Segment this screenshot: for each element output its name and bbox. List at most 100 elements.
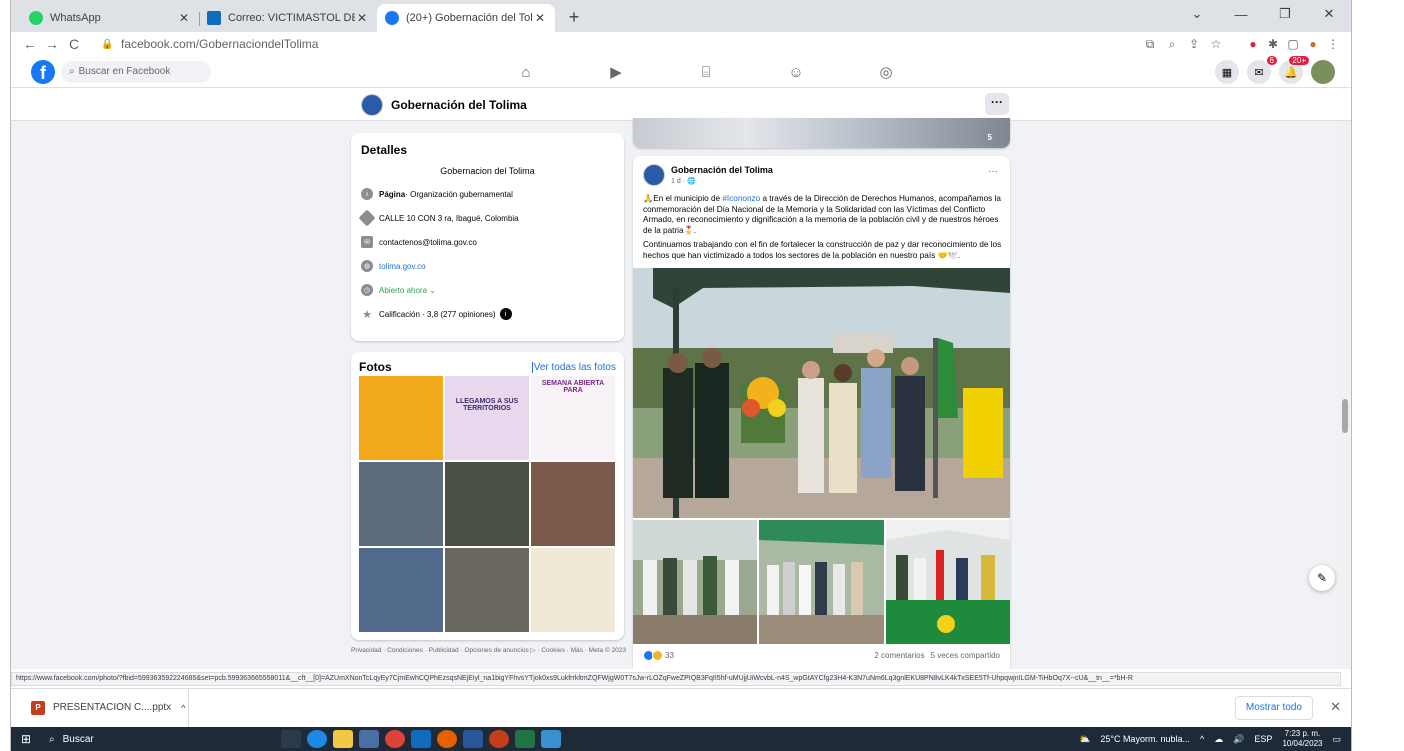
network-icon[interactable]: ☁: [1214, 734, 1223, 745]
forward-icon[interactable]: →: [41, 36, 63, 52]
tab-search-icon[interactable]: ⌄: [1175, 0, 1219, 28]
powerpoint-icon: P: [31, 700, 45, 715]
language-indicator[interactable]: ESP: [1254, 734, 1272, 744]
restore-icon[interactable]: ❐: [1263, 0, 1307, 28]
email-text[interactable]: contactenos@tolima.gov.co: [379, 238, 477, 247]
photo-thumb[interactable]: [359, 548, 443, 632]
reactions-count[interactable]: 33: [665, 651, 674, 660]
task-view-icon[interactable]: [281, 730, 301, 748]
hours-text[interactable]: Abierto ahora ⌄: [379, 286, 436, 295]
photo-thumb[interactable]: [359, 376, 443, 460]
post-text-span: 🙏En el municipio de: [643, 194, 723, 203]
photo-thumb[interactable]: LLEGAMOS A SUS TERRITORIOS: [445, 376, 529, 460]
close-downloads-icon[interactable]: ✕: [1330, 699, 1341, 715]
gaming-icon[interactable]: ◎: [841, 56, 931, 88]
notifications-icon[interactable]: 🔔 20+: [1279, 56, 1309, 84]
photo-thumb[interactable]: [445, 462, 529, 546]
home-icon[interactable]: ⌂: [481, 56, 571, 88]
scrollbar-thumb[interactable]: [1342, 399, 1348, 433]
groups-icon[interactable]: ☺: [751, 56, 841, 88]
photo-thumb[interactable]: [359, 462, 443, 546]
post-author-avatar[interactable]: [643, 164, 665, 186]
photos-icon[interactable]: [541, 730, 561, 748]
url-text[interactable]: facebook.com/GobernaciondelTolima: [121, 37, 1139, 51]
install-icon[interactable]: ⧉: [1139, 37, 1161, 52]
notification-center-icon[interactable]: ▭: [1332, 734, 1341, 745]
page-title[interactable]: Gobernación del Tolima: [391, 98, 527, 112]
word-icon[interactable]: [463, 730, 483, 748]
tab-facebook[interactable]: (20+) Gobernación del Tolima | ✕: [377, 4, 555, 32]
show-all-downloads-button[interactable]: Mostrar todo: [1234, 696, 1313, 720]
menu-grid-icon[interactable]: ▦: [1215, 60, 1239, 84]
store-icon[interactable]: [359, 730, 379, 748]
tab-whatsapp[interactable]: WhatsApp ✕: [21, 4, 200, 32]
minimize-icon[interactable]: —: [1219, 0, 1263, 28]
reload-icon[interactable]: C: [63, 36, 85, 52]
tab-outlook[interactable]: Correo: VICTIMASTOL DEPARTAI ✕: [199, 4, 377, 32]
marketplace-icon[interactable]: ⌸: [661, 56, 751, 88]
see-all-photos-link[interactable]: Ver todas las fotos: [531, 362, 616, 373]
new-message-button[interactable]: ✎: [1309, 565, 1335, 591]
close-tab-icon[interactable]: ✕: [177, 11, 191, 25]
edge-icon[interactable]: [307, 730, 327, 748]
messenger-icon[interactable]: ✉ 6: [1247, 56, 1277, 84]
close-tab-icon[interactable]: ✕: [533, 11, 547, 25]
zoom-icon[interactable]: ⌕: [1161, 37, 1183, 52]
extension-icon[interactable]: ●: [1243, 37, 1263, 51]
website-link[interactable]: tolima.gov.co: [379, 262, 426, 271]
menu-icon[interactable]: ⋮: [1323, 37, 1343, 51]
extensions-puzzle-icon[interactable]: ✱: [1263, 37, 1283, 51]
lock-icon[interactable]: 🔒: [101, 39, 115, 50]
firefox-icon[interactable]: [437, 730, 457, 748]
facebook-logo-icon[interactable]: f: [31, 59, 55, 84]
mail-icon[interactable]: [411, 730, 431, 748]
share-icon[interactable]: ⇪: [1183, 37, 1205, 51]
facebook-search-input[interactable]: ⌕ Buscar en Facebook: [61, 60, 211, 83]
watch-icon[interactable]: ▶: [571, 56, 661, 88]
download-item[interactable]: P PRESENTACION C....pptx ^: [11, 688, 189, 727]
post-more-icon[interactable]: ···: [988, 166, 998, 177]
user-avatar[interactable]: [1311, 60, 1335, 84]
post-photo[interactable]: [633, 520, 758, 644]
profile-avatar[interactable]: ●: [1303, 37, 1323, 51]
page-scrollbar[interactable]: [1339, 121, 1351, 669]
rating-info-icon[interactable]: i: [499, 308, 512, 320]
chrome-icon[interactable]: [385, 730, 405, 748]
chevron-up-icon[interactable]: ^: [181, 703, 185, 713]
back-icon[interactable]: ←: [19, 36, 41, 52]
photo-thumb[interactable]: [531, 462, 615, 546]
weather-text[interactable]: 25°C Mayorm. nubla...: [1100, 734, 1190, 744]
file-explorer-icon[interactable]: [333, 730, 353, 748]
details-email: ✉ contactenos@tolima.gov.co: [361, 236, 614, 248]
comments-count[interactable]: 2 comentarios: [874, 651, 924, 660]
post-photo[interactable]: [759, 520, 884, 644]
previous-post-photo[interactable]: 5: [633, 118, 1010, 148]
address-bar[interactable]: 🔒 facebook.com/GobernaciondelTolima ⧉ ⌕ …: [93, 33, 1235, 55]
page-more-button[interactable]: ···: [985, 93, 1009, 115]
new-tab-button[interactable]: +: [561, 4, 587, 30]
volume-icon[interactable]: 🔊: [1233, 734, 1244, 745]
post-author[interactable]: Gobernación del Tolima: [671, 165, 773, 175]
weather-icon[interactable]: ⛅: [1079, 734, 1090, 745]
shares-count[interactable]: 5 veces compartido: [931, 651, 1000, 660]
hashtag-link[interactable]: #Icononzo: [722, 194, 760, 203]
clock[interactable]: 7:23 p. m. 10/04/2023: [1282, 729, 1322, 749]
post-photo[interactable]: [885, 520, 1010, 644]
close-tab-icon[interactable]: ✕: [355, 11, 369, 25]
facebook-footer-links[interactable]: Privacidad · Condiciones · Publicidad · …: [351, 646, 626, 655]
powerpoint-icon[interactable]: [489, 730, 509, 748]
excel-icon[interactable]: [515, 730, 535, 748]
close-window-icon[interactable]: ✕: [1307, 0, 1351, 28]
post-date[interactable]: 1 d · 🌐: [671, 177, 696, 185]
tray-chevron-icon[interactable]: ^: [1200, 734, 1204, 744]
sidepanel-icon[interactable]: ▢: [1283, 37, 1303, 51]
reaction-icons[interactable]: [643, 650, 663, 661]
post-main-photo[interactable]: [633, 268, 1010, 518]
taskbar-search[interactable]: ⌕ Buscar: [41, 727, 261, 751]
photo-thumb[interactable]: [531, 548, 615, 632]
page-avatar[interactable]: [361, 94, 383, 116]
bookmark-star-icon[interactable]: ☆: [1205, 37, 1227, 51]
photo-thumb[interactable]: SEMANA ABIERTA PARA: [531, 376, 615, 460]
windows-start-icon[interactable]: ⊞: [11, 727, 41, 751]
photo-thumb[interactable]: [445, 548, 529, 632]
